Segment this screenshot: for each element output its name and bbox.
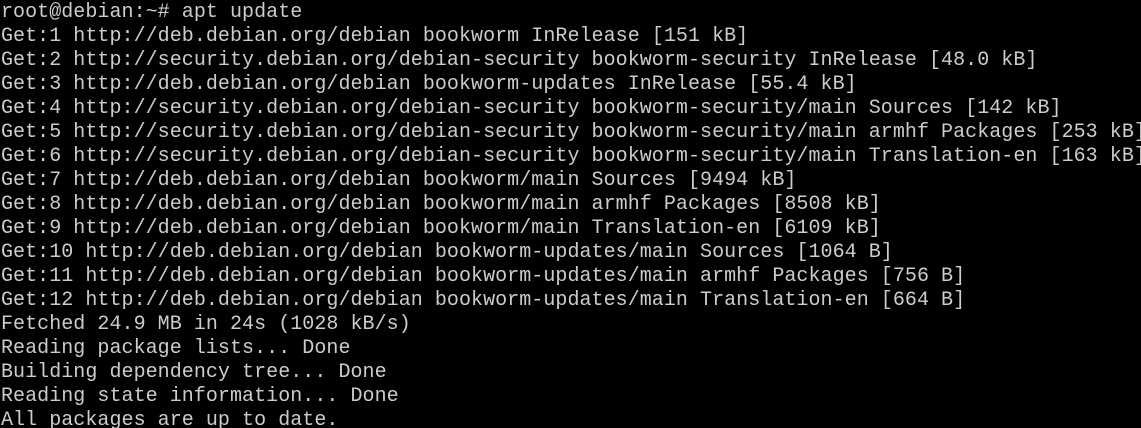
status-line: All packages are up to date. [1,409,339,428]
command-prompt-line: root@debian:~# apt update [1,1,303,24]
output-line: Get:5 http://security.debian.org/debian-… [1,121,1141,144]
fetched-summary-line: Fetched 24.9 MB in 24s (1028 kB/s) [1,313,411,336]
output-line: Get:7 http://deb.debian.org/debian bookw… [1,169,797,192]
output-line: Get:9 http://deb.debian.org/debian bookw… [1,217,881,240]
terminal-window[interactable]: root@debian:~# apt update Get:1 http://d… [0,0,1141,428]
output-line: Get:1 http://deb.debian.org/debian bookw… [1,25,749,48]
output-line: Get:12 http://deb.debian.org/debian book… [1,289,966,312]
output-line: Get:3 http://deb.debian.org/debian bookw… [1,73,857,96]
output-line: Get:2 http://security.debian.org/debian-… [1,49,1038,72]
output-line: Get:8 http://deb.debian.org/debian bookw… [1,193,881,216]
output-line: Get:11 http://deb.debian.org/debian book… [1,265,966,288]
output-line: Get:6 http://security.debian.org/debian-… [1,145,1141,168]
output-line: Get:10 http://deb.debian.org/debian book… [1,241,893,264]
status-line: Reading package lists... Done [1,337,351,360]
status-line: Building dependency tree... Done [1,361,387,384]
terminal-output: root@debian:~# apt update Get:1 http://d… [1,1,1141,428]
status-line: Reading state information... Done [1,385,399,408]
output-line: Get:4 http://security.debian.org/debian-… [1,97,1062,120]
